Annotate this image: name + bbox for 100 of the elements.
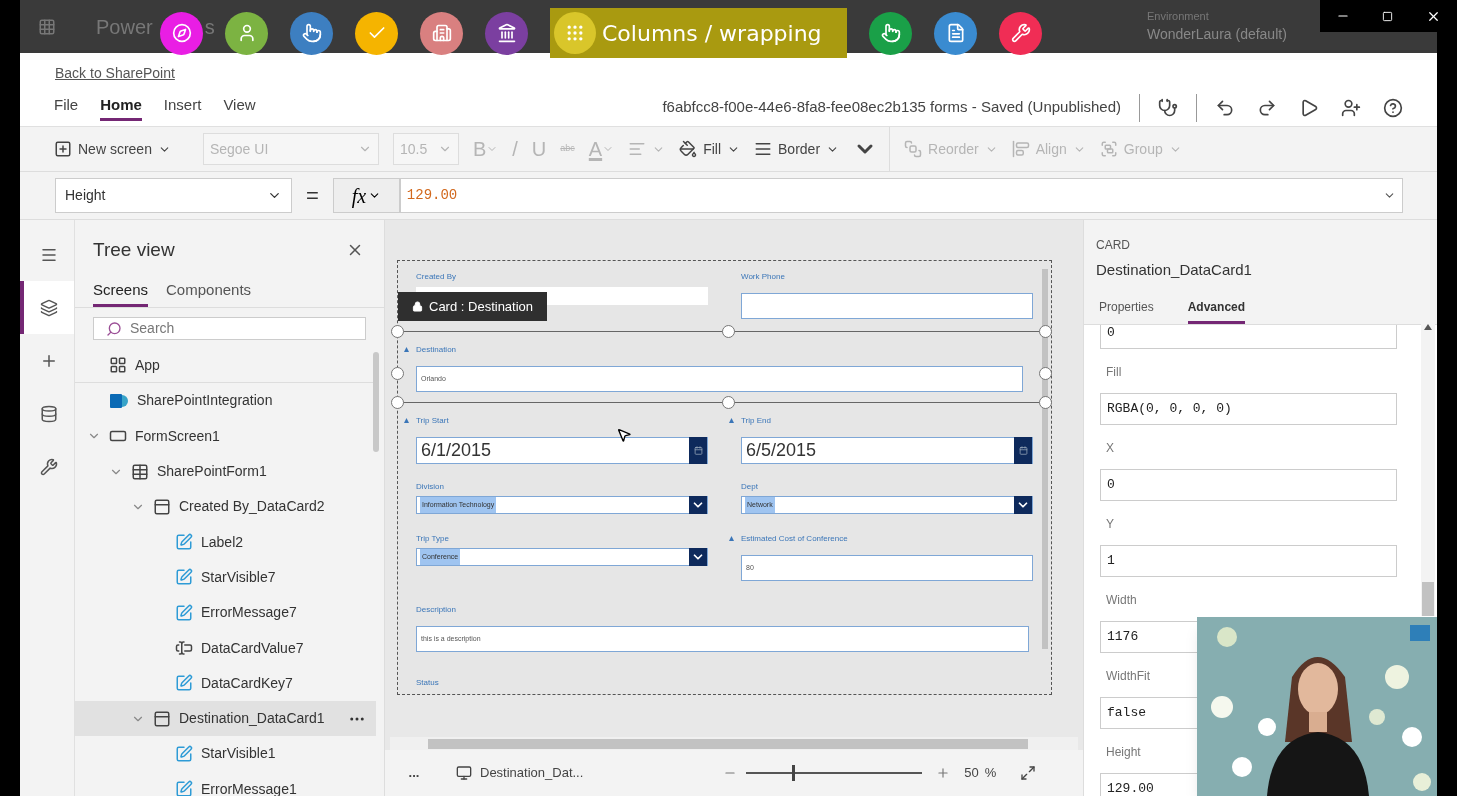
pointing-hand-icon [301,23,322,43]
property-field[interactable]: 0 [1100,468,1397,501]
property-label: Y [1105,515,1115,533]
toolbar-button[interactable]: New screen [54,138,183,160]
dots-icon [565,23,585,43]
slider-thumb[interactable] [792,765,796,781]
field-label: Description [416,604,457,616]
tree-item[interactable]: ErrorMessage7 [75,595,376,631]
rail-button[interactable] [20,281,74,334]
zoom-unit: % [984,764,997,783]
align-text-icon [628,140,647,158]
fit-to-window-icon[interactable] [1020,765,1037,781]
tree-item-label: Label2 [201,532,244,552]
tree-tab[interactable]: Components [166,278,252,307]
card-icon [153,709,171,728]
zoom-slider[interactable] [746,765,923,781]
property-field[interactable]: false [1100,696,1197,729]
stethoscope-icon[interactable] [1158,97,1178,118]
property-label: Fill [1105,363,1123,381]
scrollbar-thumb[interactable] [1422,582,1434,616]
document-title: f6abfcc8-f00e-44e6-8fa8-fee08ec2b135 forms - Saved (Unpublished) [662,97,1121,118]
calendar-button[interactable] [1014,437,1032,464]
formula-field[interactable]: 129.00 [399,178,1403,213]
play-icon[interactable] [1299,97,1319,118]
maximize-icon[interactable] [1382,10,1394,22]
undo-icon[interactable] [1215,97,1235,118]
tree-item-label: App [135,355,160,375]
tree-item-label: Created By_DataCard2 [179,497,325,517]
text-input[interactable] [741,293,1033,319]
edit-label-icon [175,533,193,552]
property-field[interactable]: 1176 [1100,620,1197,653]
property-field[interactable]: RGBA(0, 0, 0, 0) [1100,392,1397,425]
tree-item-label: DataCardValue7 [201,638,304,658]
field-label: Dept [741,481,759,493]
tree-item[interactable]: FormScreen1 [75,418,376,454]
tree-item[interactable]: ErrorMessage1 [75,771,376,796]
tree-item[interactable]: SharePointIntegration [75,383,376,419]
calendar-button[interactable] [689,437,707,464]
more-button[interactable]: ... [402,763,426,783]
tree-item[interactable]: StarVisible1 [75,736,376,772]
menu-tab[interactable]: File [54,93,79,122]
tree-item-label: ErrorMessage1 [201,779,297,796]
back-link[interactable]: Back to SharePoint [55,65,175,81]
compass-icon [171,23,192,43]
edit-label-icon [175,568,193,587]
tree-tab[interactable]: Screens [93,278,149,307]
date-picker[interactable]: 6/1/2015 [416,437,708,464]
help-icon[interactable] [1383,97,1403,118]
property-select[interactable]: Height [55,178,292,213]
menu-tab[interactable]: Insert [163,93,202,122]
tree-item[interactable]: DataCardValue7 [75,630,376,666]
screen-name[interactable]: Destination_Dat... [480,763,584,783]
screen-icon [456,765,472,781]
property-label: Height [1105,743,1142,761]
tree-item[interactable]: StarVisible7 [75,559,376,596]
property-label: X [1105,439,1115,457]
panel-tab[interactable]: Properties [1099,297,1154,324]
horizontal-scrollbar[interactable] [390,737,1078,750]
group-icon [1099,140,1118,158]
edit-label-icon [175,603,193,622]
mouse-cursor-icon [616,427,632,443]
panel-title: Tree view [93,238,175,262]
fx-button[interactable]: fx [332,178,400,213]
tool-title: Columns / wrapping [602,19,822,48]
user-add-icon[interactable] [1341,97,1361,118]
lock-icon [412,301,423,312]
tree-item-label: StarVisible1 [201,744,276,764]
field-label: Created By [416,271,458,283]
date-picker[interactable]: 6/5/2015 [741,437,1033,464]
field-label: Division [416,481,445,493]
form-scrollbar[interactable] [1042,269,1048,649]
card-tooltip: Card : Destination [398,292,548,321]
tree-item[interactable]: Destination_DataCard1 [75,700,376,737]
toolbar-button[interactable]: Fill [679,138,741,160]
property-field[interactable]: 0 [1100,324,1397,349]
tree-item[interactable]: Created By_DataCard2 [75,489,376,525]
search-icon [106,320,122,337]
waffle-icon[interactable] [38,17,56,36]
card-icon [153,497,171,516]
tree-item-label: Destination_DataCard1 [179,709,325,729]
field-label: Trip End [741,415,772,427]
property-label: Width [1105,591,1138,609]
search-field[interactable]: Search [93,317,366,340]
property-field[interactable]: 1 [1100,544,1397,577]
border-icon [754,140,773,158]
tree-item[interactable]: DataCardKey7 [75,665,376,701]
toolbar-button[interactable]: Border [754,138,840,160]
tree-scrollbar[interactable] [373,352,379,452]
sharepoint-icon [109,391,129,410]
property-field[interactable]: 129.00 [1100,772,1197,796]
tree-item[interactable]: SharePointForm1 [75,453,376,490]
tools-icon [40,457,58,476]
menu-tab[interactable]: Home [100,93,142,122]
redo-icon[interactable] [1257,97,1277,118]
reorder-icon [904,140,923,158]
property-label: WidthFit [1105,667,1151,685]
zoom-value: 50 [964,764,979,783]
menu-tab[interactable]: View [223,93,256,122]
field-label: Work Phone [741,271,786,283]
tree-item[interactable]: Label2 [75,524,376,560]
